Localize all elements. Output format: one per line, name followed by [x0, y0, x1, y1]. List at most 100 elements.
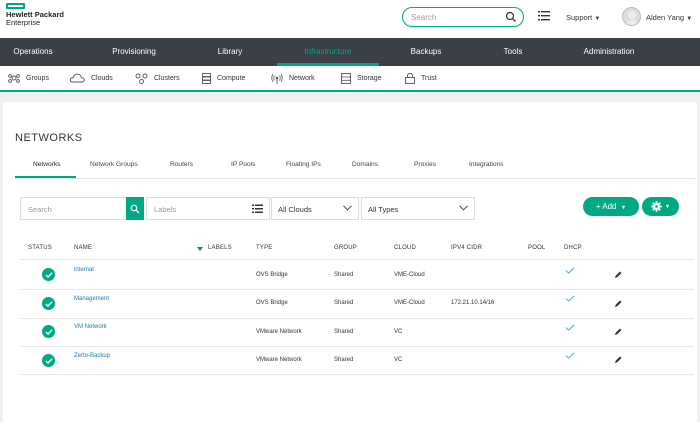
edit-pencil-icon[interactable]	[615, 300, 622, 307]
caret-down-icon: ▼	[594, 16, 601, 22]
nav-provisioning[interactable]: Provisioning	[112, 38, 156, 66]
table-search-button[interactable]	[126, 197, 144, 220]
add-network-button[interactable]: + Add ▼	[583, 197, 639, 216]
subnav-clouds[interactable]: Clouds	[70, 66, 113, 90]
col-ipv4-cidr[interactable]: IPV4 CIDR	[451, 245, 482, 251]
labels-filter-input[interactable]: Labels	[146, 197, 270, 220]
col-status[interactable]: STATUS	[28, 245, 52, 251]
network-cloud: VME-Cloud	[394, 300, 425, 306]
network-name-link[interactable]: Management	[74, 296, 109, 302]
dhcp-check-icon	[565, 295, 575, 302]
col-pool[interactable]: POOL	[528, 245, 545, 251]
avatar[interactable]	[622, 7, 641, 26]
tab-floating-ips[interactable]: Floating IPs	[286, 152, 321, 179]
chevron-down-icon	[459, 205, 468, 211]
col-type[interactable]: TYPE	[256, 245, 272, 251]
dhcp-check-icon	[565, 324, 575, 331]
network-group: Shared	[334, 300, 354, 306]
sub-nav: Groups Clouds Clusters Compute Network S…	[0, 66, 700, 92]
subnav-network-label: Network	[289, 74, 315, 82]
compute-icon	[202, 72, 211, 84]
network-type: VMware Network	[256, 329, 302, 335]
status-ok-icon	[42, 325, 55, 338]
col-group[interactable]: GROUP	[334, 245, 357, 251]
subnav-storage[interactable]: Storage	[341, 66, 382, 90]
col-cloud[interactable]: CLOUD	[394, 245, 416, 251]
subnav-storage-label: Storage	[357, 74, 382, 82]
cloud-filter-select[interactable]: All Clouds	[271, 197, 359, 220]
subnav-trust[interactable]: Trust	[405, 66, 437, 90]
tab-network-groups[interactable]: Network Groups	[90, 152, 138, 179]
gear-icon	[651, 201, 662, 212]
storage-icon	[341, 72, 351, 84]
subnav-groups[interactable]: Groups	[8, 66, 49, 90]
row-divider	[20, 374, 694, 375]
global-search-placeholder: Search	[411, 13, 437, 22]
tab-integrations[interactable]: Integrations	[469, 152, 503, 179]
network-type: OVS Bridge	[256, 300, 288, 306]
col-name[interactable]: NAME	[74, 245, 92, 251]
hpe-logo-icon	[6, 3, 25, 9]
nav-tools[interactable]: Tools	[504, 38, 523, 66]
tab-domains[interactable]: Domains	[352, 152, 378, 179]
network-icon	[271, 73, 283, 84]
network-type: VMware Network	[256, 357, 302, 363]
tab-routers[interactable]: Routers	[170, 152, 193, 179]
sort-desc-icon[interactable]	[197, 247, 203, 251]
support-menu[interactable]: Support ▼	[566, 13, 600, 22]
main-nav: Operations Provisioning Library Infrastr…	[0, 38, 700, 66]
list-icon[interactable]	[252, 204, 263, 214]
settings-button[interactable]: ▼	[642, 197, 679, 216]
caret-down-icon: ▼	[664, 203, 671, 210]
network-group: Shared	[334, 329, 354, 335]
tab-networks[interactable]: Networks	[33, 152, 60, 179]
tab-ip-pools[interactable]: IP Pools	[231, 152, 255, 179]
networks-card: NETWORKS Networks Network Groups Routers…	[3, 102, 697, 422]
row-divider	[20, 318, 694, 319]
dhcp-check-icon	[565, 352, 575, 359]
labels-filter-placeholder: Labels	[154, 205, 177, 214]
global-search-input[interactable]: Search	[402, 7, 524, 27]
subnav-clusters[interactable]: Clusters	[135, 66, 180, 90]
status-ok-icon	[42, 354, 55, 367]
top-header: Hewlett Packard Enterprise Search Suppor…	[0, 0, 700, 38]
col-labels[interactable]: LABELS	[208, 245, 232, 251]
search-icon	[130, 204, 140, 213]
subnav-compute-label: Compute	[217, 74, 246, 82]
table-search-input[interactable]: Search	[20, 197, 127, 220]
add-button-label: + Add	[595, 202, 617, 211]
network-name-link[interactable]: Zerto-Backup	[74, 353, 110, 359]
activity-list-icon[interactable]	[538, 10, 550, 22]
subnav-clusters-label: Clusters	[154, 74, 180, 82]
user-menu[interactable]: Alden Yang ▼	[646, 13, 692, 22]
user-name: Alden Yang	[646, 13, 685, 22]
subnav-clouds-label: Clouds	[91, 74, 113, 82]
row-divider	[20, 289, 694, 290]
subnav-network[interactable]: Network	[271, 66, 315, 90]
tab-proxies[interactable]: Proxies	[414, 152, 436, 179]
network-name-link[interactable]: internal	[74, 267, 94, 273]
header-divider	[20, 259, 694, 260]
type-filter-value: All Types	[368, 205, 399, 214]
type-filter-select[interactable]: All Types	[361, 197, 475, 220]
network-name-link[interactable]: VM Network	[74, 324, 107, 330]
nav-backups[interactable]: Backups	[411, 38, 442, 66]
brand-logo[interactable]: Hewlett Packard Enterprise	[6, 11, 64, 27]
nav-library[interactable]: Library	[218, 38, 242, 66]
subnav-groups-label: Groups	[26, 74, 49, 82]
network-group: Shared	[334, 357, 354, 363]
edit-pencil-icon[interactable]	[615, 271, 622, 278]
edit-pencil-icon[interactable]	[615, 328, 622, 335]
row-divider	[20, 346, 694, 347]
search-icon[interactable]	[505, 11, 517, 23]
col-dhcp[interactable]: DHCP	[564, 245, 582, 251]
status-ok-icon	[42, 297, 55, 310]
nav-operations[interactable]: Operations	[13, 38, 52, 66]
cloud-filter-value: All Clouds	[278, 205, 312, 214]
nav-administration[interactable]: Administration	[584, 38, 635, 66]
subnav-compute[interactable]: Compute	[202, 66, 245, 90]
active-tab-indicator	[15, 176, 76, 178]
dhcp-check-icon	[565, 267, 575, 274]
edit-pencil-icon[interactable]	[615, 356, 622, 363]
nav-infrastructure[interactable]: Infrastructure	[304, 38, 351, 66]
